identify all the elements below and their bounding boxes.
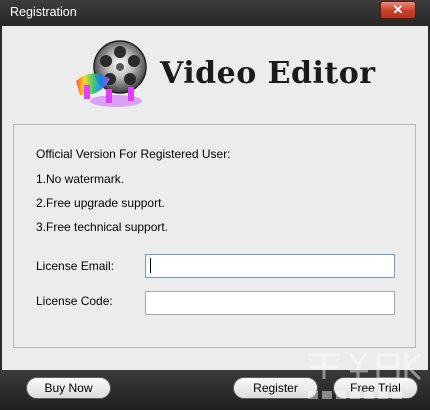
license-code-label: License Code: <box>36 294 113 308</box>
license-email-input[interactable] <box>145 254 395 278</box>
benefit-2: 2.Free upgrade support. <box>36 196 165 210</box>
title-bar: Registration ✕ <box>0 0 430 26</box>
benefit-3: 3.Free technical support. <box>36 220 169 234</box>
close-button[interactable]: ✕ <box>380 1 416 19</box>
license-code-input[interactable] <box>145 291 395 315</box>
text-caret <box>150 258 151 273</box>
film-reel-logo-icon <box>76 40 147 107</box>
window-title: Registration <box>10 5 77 19</box>
benefit-1: 1.No watermark. <box>36 172 125 186</box>
app-name: Video Editor <box>160 56 376 91</box>
info-heading: Official Version For Registered User: <box>36 147 231 161</box>
watermark-logo-icon <box>308 352 422 399</box>
close-icon[interactable]: ✕ <box>393 2 404 17</box>
license-email-label: License Email: <box>36 259 115 273</box>
buy-now-button[interactable]: Buy Now <box>26 377 111 399</box>
